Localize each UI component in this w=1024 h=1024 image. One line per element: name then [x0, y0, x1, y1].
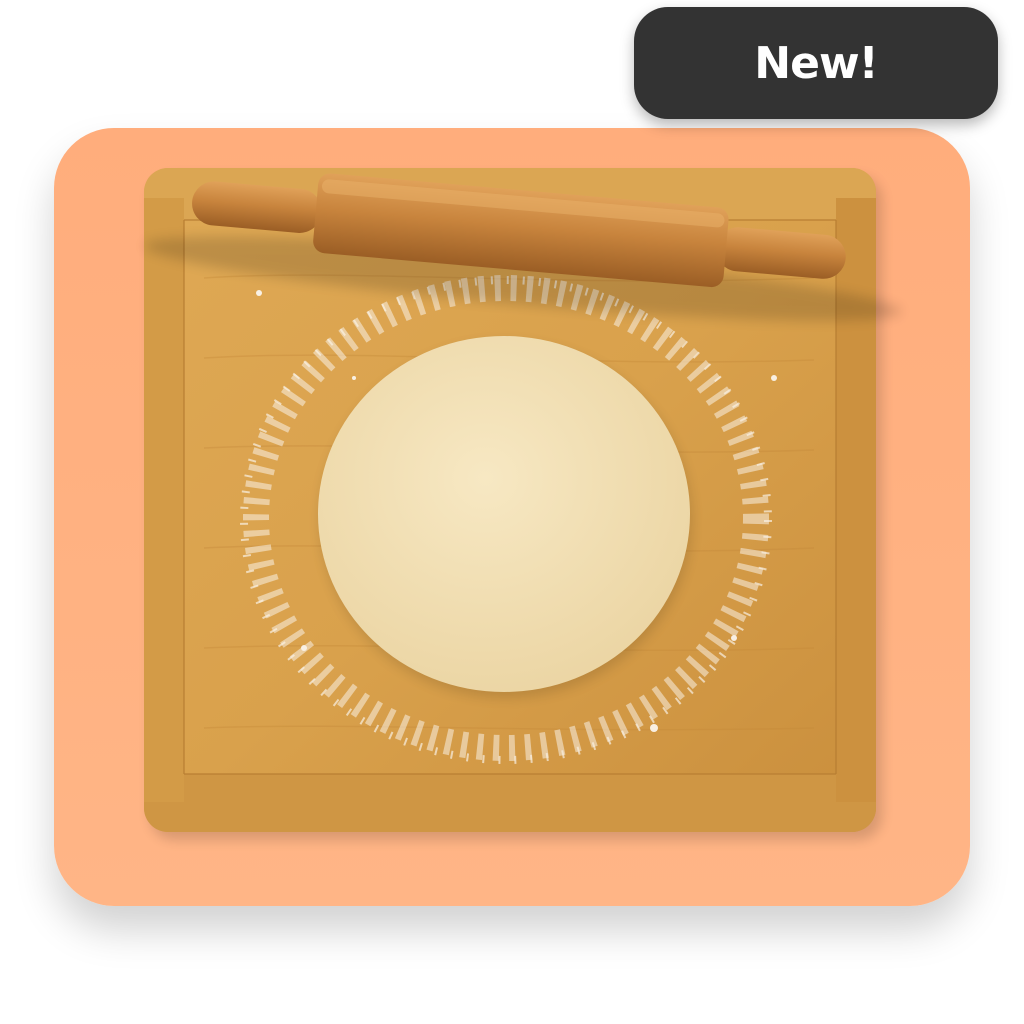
- new-badge: New!: [634, 7, 998, 119]
- rolling-pin-dough-icon: [54, 128, 970, 906]
- new-badge-label: New!: [754, 37, 878, 89]
- app-icon-tile[interactable]: [54, 128, 970, 906]
- dough-circle: [318, 336, 692, 698]
